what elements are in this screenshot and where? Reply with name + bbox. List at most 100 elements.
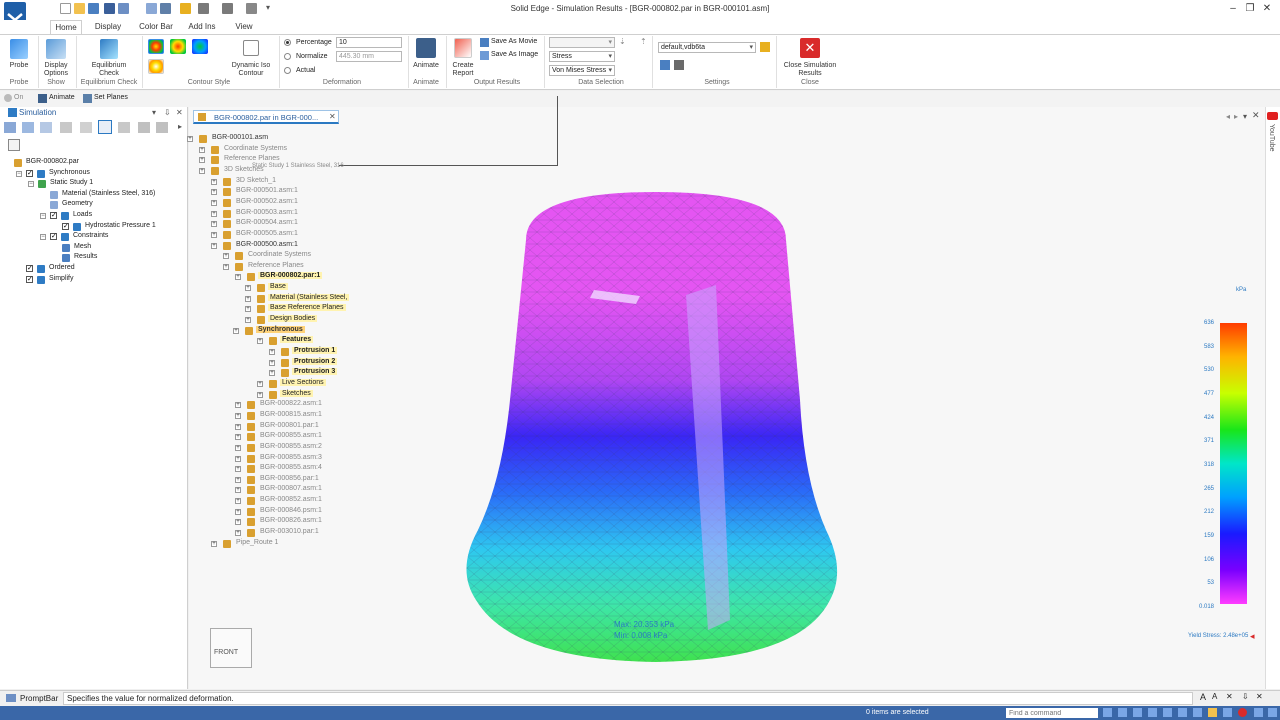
settings-manage-icon[interactable] (760, 42, 770, 52)
status-tool-icon[interactable] (1133, 708, 1142, 717)
status-tool-icon[interactable] (1148, 708, 1157, 717)
save-all-icon[interactable] (104, 3, 115, 14)
tab-add-ins[interactable]: Add Ins (184, 20, 220, 34)
animate-button[interactable]: Animate (408, 62, 444, 70)
tree-expander-icon[interactable]: + (211, 178, 217, 185)
tab-color-bar[interactable]: Color Bar (136, 20, 176, 34)
dynamic-iso-label-2[interactable]: Contour (226, 70, 276, 78)
document-tab-close-icon[interactable]: ✕ (329, 112, 336, 121)
result-type-dropdown[interactable]: Stress ▾ (549, 51, 615, 62)
status-tool-icon[interactable] (1163, 708, 1172, 717)
status-tool-icon[interactable] (1268, 708, 1277, 717)
constraint-icon[interactable] (40, 122, 52, 133)
set-planes-icon[interactable] (83, 94, 92, 103)
tree-expander-icon[interactable]: + (245, 306, 251, 313)
tree-expander-icon[interactable]: + (199, 157, 205, 164)
display-options-icon[interactable] (46, 39, 66, 59)
tree-expander-icon[interactable]: − (28, 181, 34, 188)
tree-expander-icon[interactable]: + (245, 285, 251, 292)
prompt-pin-icon[interactable]: ⇩ (1242, 692, 1249, 701)
load-icon[interactable] (22, 122, 34, 133)
tree-checkbox[interactable] (26, 264, 33, 272)
select-tool-icon[interactable] (246, 3, 257, 14)
tree-expander-icon[interactable]: + (211, 242, 217, 249)
contour-banded-icon[interactable] (170, 39, 186, 54)
tab-home[interactable]: Home (50, 20, 82, 34)
step-down-icon[interactable]: ⇣ (619, 37, 626, 46)
document-tab[interactable]: BGR-000802.par in BGR-000... ✕ (193, 110, 339, 124)
tree-expander-icon[interactable]: − (40, 213, 46, 219)
save-image-icon[interactable] (480, 51, 489, 60)
close-document-icon[interactable]: ✕ (1252, 110, 1260, 121)
tree-expander-icon[interactable]: + (245, 295, 251, 302)
contour-smooth-icon[interactable] (148, 39, 164, 54)
tree-expander-icon[interactable]: + (245, 317, 251, 324)
tree-expander-icon[interactable]: + (257, 338, 263, 345)
redo-icon[interactable] (222, 3, 233, 14)
restore-button[interactable]: ❐ (1243, 3, 1257, 15)
equilibrium-check-icon[interactable] (100, 39, 118, 59)
status-tool-icon[interactable] (1193, 708, 1202, 717)
panel-menu-icon[interactable]: ▾ (152, 108, 156, 117)
result-component-dropdown[interactable]: Von Mises Stress ▾ (549, 65, 615, 76)
tool-icon[interactable] (138, 122, 150, 133)
tree-checkbox[interactable] (50, 232, 57, 241)
close-simulation-label-1[interactable]: Close Simulation (778, 62, 842, 70)
create-report-icon[interactable] (454, 38, 472, 58)
close-simulation-icon[interactable]: ✕ (800, 38, 820, 58)
settings-import-icon[interactable] (660, 60, 670, 70)
animate-toggle-label[interactable]: Animate (49, 94, 75, 101)
mesh-tool-icon[interactable] (80, 122, 92, 133)
color-bar[interactable] (1220, 323, 1247, 604)
tab-list-icon[interactable]: ▾ (1243, 112, 1247, 121)
tree-expander-icon[interactable]: + (235, 412, 241, 419)
status-tool-icon[interactable] (1254, 708, 1263, 717)
settings-dropdown[interactable]: default,vdb6ta ▾ (658, 42, 756, 53)
set-planes-button[interactable]: Set Planes (94, 94, 128, 101)
youtube-icon[interactable] (1267, 112, 1278, 120)
settings-export-icon[interactable] (674, 60, 684, 70)
minimize-button[interactable]: – (1226, 3, 1240, 15)
on-toggle-label[interactable]: On (14, 94, 23, 101)
animate-icon[interactable] (416, 38, 436, 58)
tree-expander-icon[interactable]: + (269, 370, 275, 377)
folder-icon[interactable] (180, 3, 191, 14)
dynamic-iso-label-1[interactable]: Dynamic Iso (226, 62, 276, 70)
panel-close-icon[interactable]: ✕ (176, 108, 183, 117)
tree-expander-icon[interactable]: + (223, 263, 229, 270)
properties-icon[interactable] (160, 3, 171, 14)
youtube-label[interactable]: YouTube (1268, 124, 1275, 152)
tree-expander-icon[interactable]: + (235, 402, 241, 409)
normalize-radio[interactable] (284, 53, 291, 60)
tree-expander-icon[interactable]: + (223, 253, 229, 260)
tree-expander-icon[interactable]: + (235, 476, 241, 483)
create-report-label-1[interactable]: Create (448, 62, 478, 70)
normalize-input[interactable]: 445.30 mm (336, 51, 402, 62)
results-tool-icon[interactable] (98, 120, 112, 134)
options-icon[interactable] (156, 122, 168, 133)
probe-icon[interactable] (10, 39, 28, 59)
percentage-radio[interactable] (284, 39, 291, 46)
tree-checkbox[interactable] (50, 211, 57, 219)
tree-expander-icon[interactable]: − (40, 234, 46, 241)
tree-expander-icon[interactable]: + (235, 423, 241, 430)
tree-expander-icon[interactable]: + (211, 540, 217, 547)
tree-expander-icon[interactable]: + (257, 380, 263, 387)
create-report-label-2[interactable]: Report (448, 70, 478, 78)
tree-expander-icon[interactable]: + (211, 210, 217, 217)
more-tools-icon[interactable]: ▸ (178, 122, 182, 131)
tab-view[interactable]: View (230, 20, 258, 34)
view-cube-face[interactable]: FRONT (214, 649, 238, 656)
save-as-movie-button[interactable]: Save As Movie (491, 38, 537, 45)
tree-expander-icon[interactable]: + (235, 498, 241, 505)
animate-small-icon[interactable] (38, 94, 47, 103)
font-smaller-icon[interactable]: A (1212, 692, 1217, 701)
tab-scroll-left-icon[interactable]: ◂ (1226, 112, 1230, 121)
probe-button[interactable]: Probe (4, 62, 34, 70)
tree-expander-icon[interactable]: + (199, 146, 205, 153)
contour-fringe-icon[interactable] (192, 39, 208, 54)
tree-expander-icon[interactable]: + (211, 189, 217, 196)
tree-checkbox[interactable] (26, 275, 33, 283)
percentage-input[interactable]: 10 (336, 37, 402, 48)
tab-display[interactable]: Display (90, 20, 126, 34)
